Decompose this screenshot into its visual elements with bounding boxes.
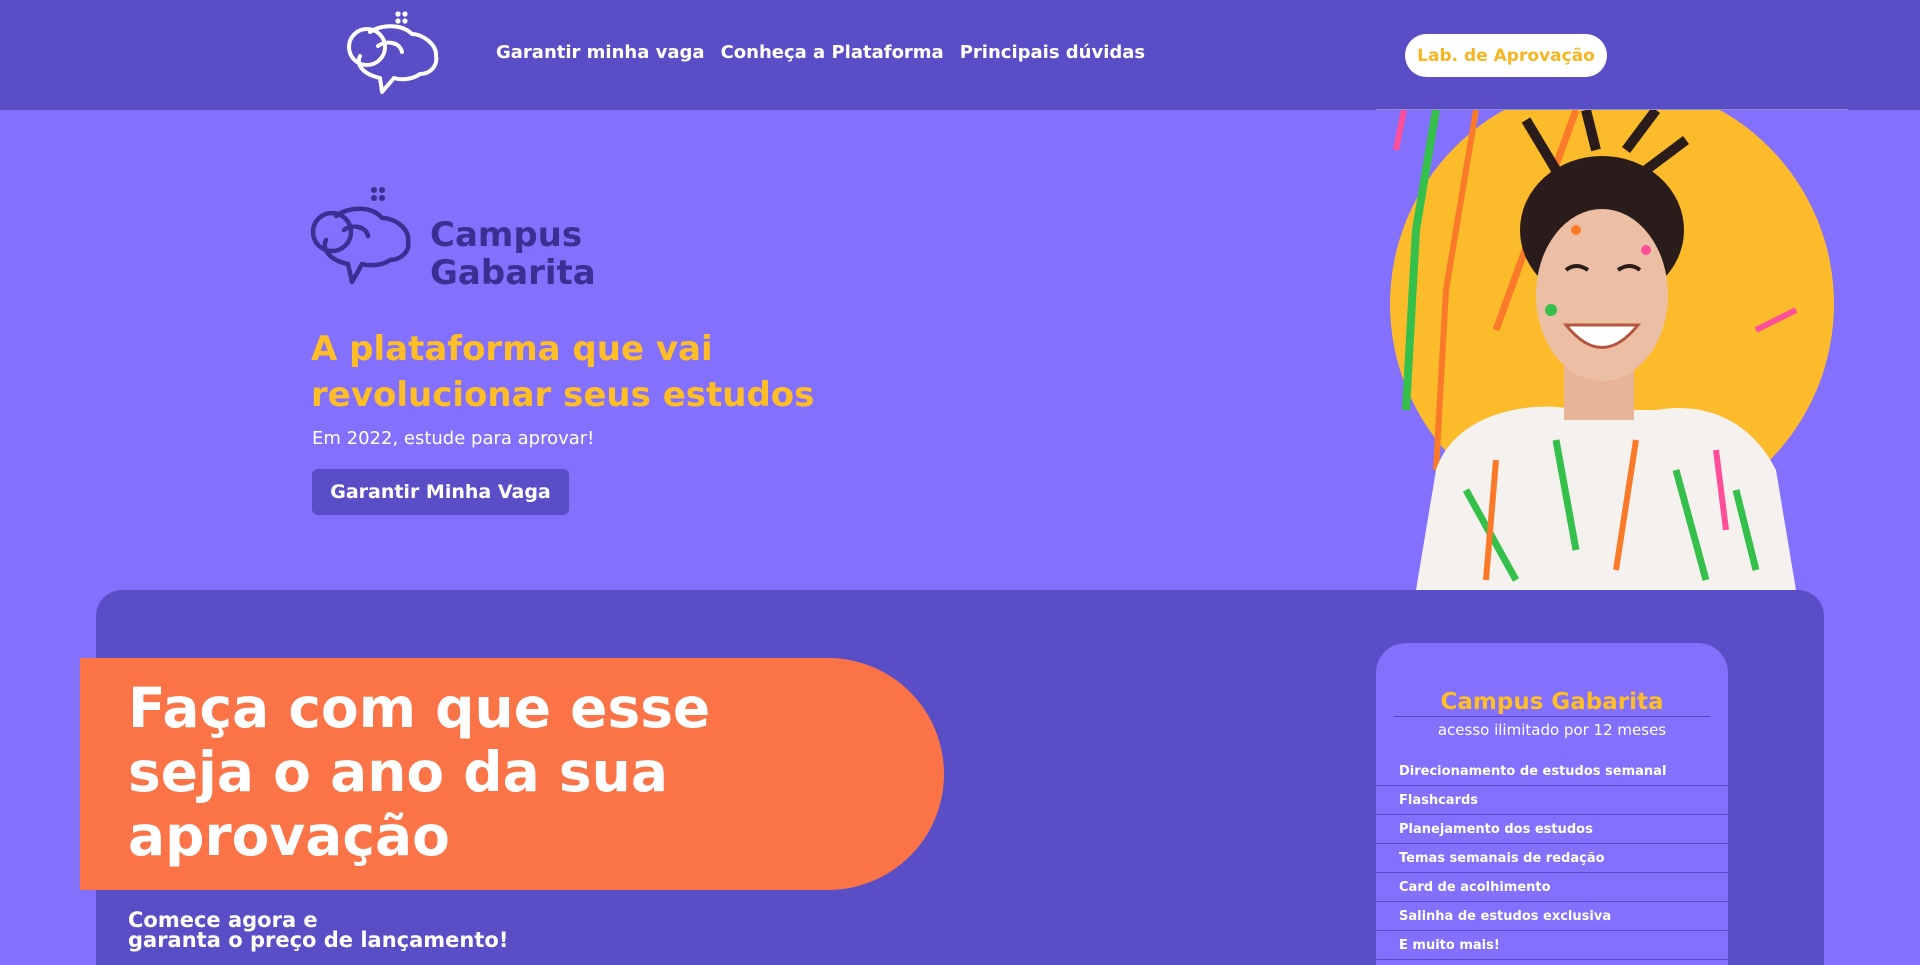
plan-feature-list: Direcionamento de estudos semanal Flashc… [1376, 757, 1728, 960]
plan-card-subtitle: acesso ilimitado por 12 meses [1437, 721, 1667, 739]
promo-start-line-2: garanta o preço de lançamento! [128, 928, 509, 952]
plan-card: Campus Gabarita acesso ilimitado por 12 … [1376, 643, 1728, 965]
nav-link-principais-duvidas[interactable]: Principais dúvidas [960, 42, 1145, 63]
plan-card-title: Campus Gabarita [1440, 689, 1664, 715]
plan-card-divider [1394, 716, 1710, 717]
brand-line-1: Campus [430, 215, 582, 255]
nav-link-garantir-vaga[interactable]: Garantir minha vaga [496, 42, 705, 63]
garantir-minha-vaga-button[interactable]: Garantir Minha Vaga [312, 469, 569, 515]
hero-photo-woman [1390, 110, 1834, 590]
plan-feature-item: Flashcards [1376, 786, 1728, 815]
brain-logo-icon[interactable] [342, 8, 442, 100]
plan-feature-item: Card de acolhimento [1376, 873, 1728, 902]
hero-subtitle: Em 2022, estude para aprovar! [312, 428, 595, 449]
plan-feature-item: Direcionamento de estudos semanal [1376, 757, 1728, 786]
campus-gabarita-logo: Campus Gabarita [310, 187, 596, 293]
nav-links: Garantir minha vaga Conheça a Plataforma… [496, 42, 1145, 63]
plan-feature-item: Temas semanais de redação [1376, 844, 1728, 873]
top-nav: Garantir minha vaga Conheça a Plataforma… [0, 0, 1920, 110]
brand-line-2: Gabarita [430, 253, 596, 293]
lab-aprovacao-button[interactable]: Lab. de Aprovação [1405, 34, 1607, 77]
hero-headline: A plataforma que vai revolucionar seus e… [311, 329, 815, 415]
plan-feature-item: Salinha de estudos exclusiva [1376, 902, 1728, 931]
nav-link-conheca-plataforma[interactable]: Conheça a Plataforma [721, 42, 944, 63]
plan-feature-item: Planejamento dos estudos [1376, 815, 1728, 844]
plan-feature-item: E muito mais! [1376, 931, 1728, 960]
promo-title: Faça com que esse seja o ano da sua apro… [128, 676, 711, 868]
promo-start-text: Comece agora e garanta o preço de lançam… [128, 910, 628, 952]
